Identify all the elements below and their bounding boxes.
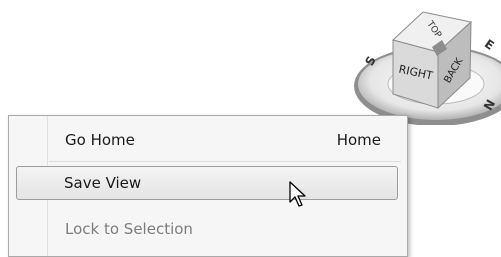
menu-item-save-view[interactable]: Save View <box>16 166 398 200</box>
menu-item-label: Save View <box>64 174 142 192</box>
menu-item-shortcut: Home <box>336 131 381 149</box>
viewcube-context-menu: Go Home Home Save View Lock to Selection <box>8 115 408 257</box>
viewcube[interactable]: TOP RIGHT BACK S E N <box>0 0 501 125</box>
mouse-pointer-icon <box>289 181 306 207</box>
menu-item-label: Go Home <box>65 131 135 149</box>
compass-east-label[interactable]: E <box>482 37 497 53</box>
menu-item-go-home[interactable]: Go Home Home <box>11 124 405 156</box>
menu-separator <box>49 161 401 162</box>
menu-item-label: Lock to Selection <box>65 220 193 238</box>
menu-item-lock-to-selection[interactable]: Lock to Selection <box>11 213 405 245</box>
